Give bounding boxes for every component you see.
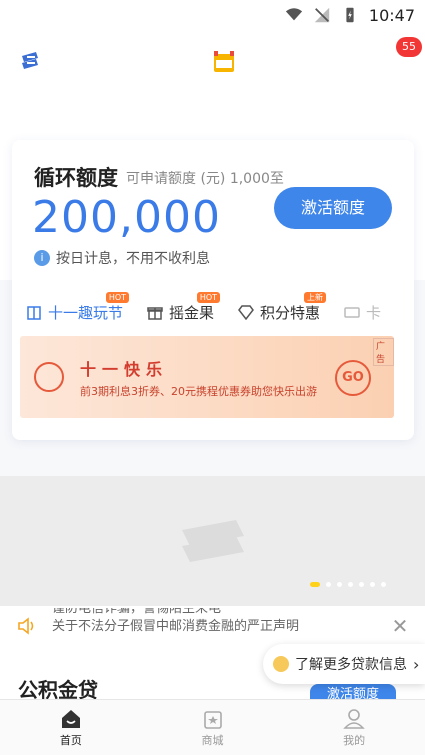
nav-label: 我的	[343, 733, 366, 747]
carousel-dot[interactable]	[348, 582, 353, 587]
learn-more-loans-button[interactable]: 了解更多贷款信息 ›	[263, 644, 425, 684]
promo-gift-icon	[34, 362, 64, 392]
speaker-icon	[18, 617, 34, 635]
carousel-dot[interactable]	[370, 582, 375, 587]
promo-go-button[interactable]: GO	[335, 360, 371, 396]
status-time: 10:47	[368, 5, 415, 25]
notice-line: 关于不法分子假冒中邮消费金融的严正声明	[52, 619, 300, 634]
interest-info: i 按日计息，不用不收利息	[34, 248, 210, 268]
diamond-icon	[238, 305, 254, 320]
promo-banner[interactable]: 十一快乐 前3期利息3折券、20元携程优惠券助您快乐出游 GO 广告	[20, 336, 394, 418]
nav-label: 首页	[59, 733, 82, 747]
profile-icon	[343, 708, 365, 729]
nav-home[interactable]: 首页	[0, 700, 142, 755]
learn-more-label: 了解更多贷款信息	[295, 657, 407, 673]
home-icon	[61, 709, 80, 728]
coin-icon	[273, 656, 289, 672]
no-signal-icon	[314, 7, 330, 23]
bottom-nav: 首页 商城 我的	[0, 699, 425, 755]
credit-card: 循环额度 可申请额度 (元) 1,000至 200,000 i 按日计息，不用不…	[12, 140, 414, 440]
tab-points-deals[interactable]: 积分特惠 上新	[238, 292, 327, 323]
nav-label: 商城	[201, 733, 224, 747]
postal-logo-icon[interactable]	[18, 50, 42, 74]
chevron-right-icon: ›	[413, 654, 420, 674]
carousel-dot[interactable]	[310, 582, 320, 587]
gift-box-icon	[27, 306, 41, 320]
close-icon[interactable]: ✕	[390, 616, 410, 636]
promo-tabs: 十一趣玩节 HOT 摇金果 HOT 积分特惠 上新 卡	[12, 292, 414, 332]
ad-label: 广告	[373, 338, 394, 366]
credit-title: 循环额度	[34, 166, 118, 190]
carousel-dot[interactable]	[359, 582, 364, 587]
interest-info-text: 按日计息，不用不收利息	[56, 251, 210, 267]
carousel-dot[interactable]	[337, 582, 342, 587]
message-badge[interactable]: 55	[396, 37, 422, 57]
tab-holiday-fun[interactable]: 十一趣玩节 HOT	[26, 292, 130, 323]
wifi-icon	[285, 8, 302, 21]
tab-card[interactable]: 卡	[344, 302, 381, 323]
new-badge: 上新	[304, 292, 327, 303]
app-header: 55	[0, 30, 425, 95]
ticket-icon	[344, 307, 360, 318]
section-activate-button[interactable]: 激活额度	[310, 684, 396, 699]
tab-label: 积分特惠	[260, 303, 321, 322]
carousel-dot[interactable]	[326, 582, 331, 587]
gift-icon	[147, 307, 163, 320]
promo-title: 十一快乐	[80, 360, 169, 379]
sign-in-gift-icon[interactable]	[212, 50, 236, 74]
carousel-indicator	[310, 582, 386, 587]
credit-amount: 200,000	[32, 192, 221, 243]
notice-text: 谨防电信诈骗，警惕陌生来电 关于不法分子假冒中邮消费金融的严正声明	[52, 608, 372, 644]
battery-icon	[346, 7, 354, 23]
postal-logo-icon	[182, 520, 244, 562]
carousel-dot[interactable]	[381, 582, 386, 587]
tab-label: 卡	[366, 303, 382, 322]
nav-profile[interactable]: 我的	[283, 700, 425, 755]
shop-icon	[203, 710, 222, 729]
promo-description: 前3期利息3折券、20元携程优惠券助您快乐出游	[80, 385, 317, 398]
activate-credit-button[interactable]: 激活额度	[274, 187, 392, 229]
hot-badge: HOT	[196, 292, 221, 303]
tab-golden-fruit[interactable]: 摇金果 HOT	[147, 292, 221, 323]
tab-label: 摇金果	[169, 303, 215, 322]
credit-subtitle: 可申请额度 (元) 1,000至	[126, 171, 284, 187]
nav-shop[interactable]: 商城	[142, 700, 284, 755]
info-icon: i	[34, 250, 50, 266]
tab-label: 十一趣玩节	[48, 303, 124, 322]
hot-badge: HOT	[105, 292, 130, 303]
notice-line: 谨防电信诈骗，警惕陌生来电	[52, 608, 222, 616]
carousel-banner[interactable]	[0, 476, 425, 606]
notice-bar[interactable]: 谨防电信诈骗，警惕陌生来电 关于不法分子假冒中邮消费金融的严正声明 ✕	[0, 606, 425, 646]
status-bar: 10:47	[0, 0, 425, 30]
